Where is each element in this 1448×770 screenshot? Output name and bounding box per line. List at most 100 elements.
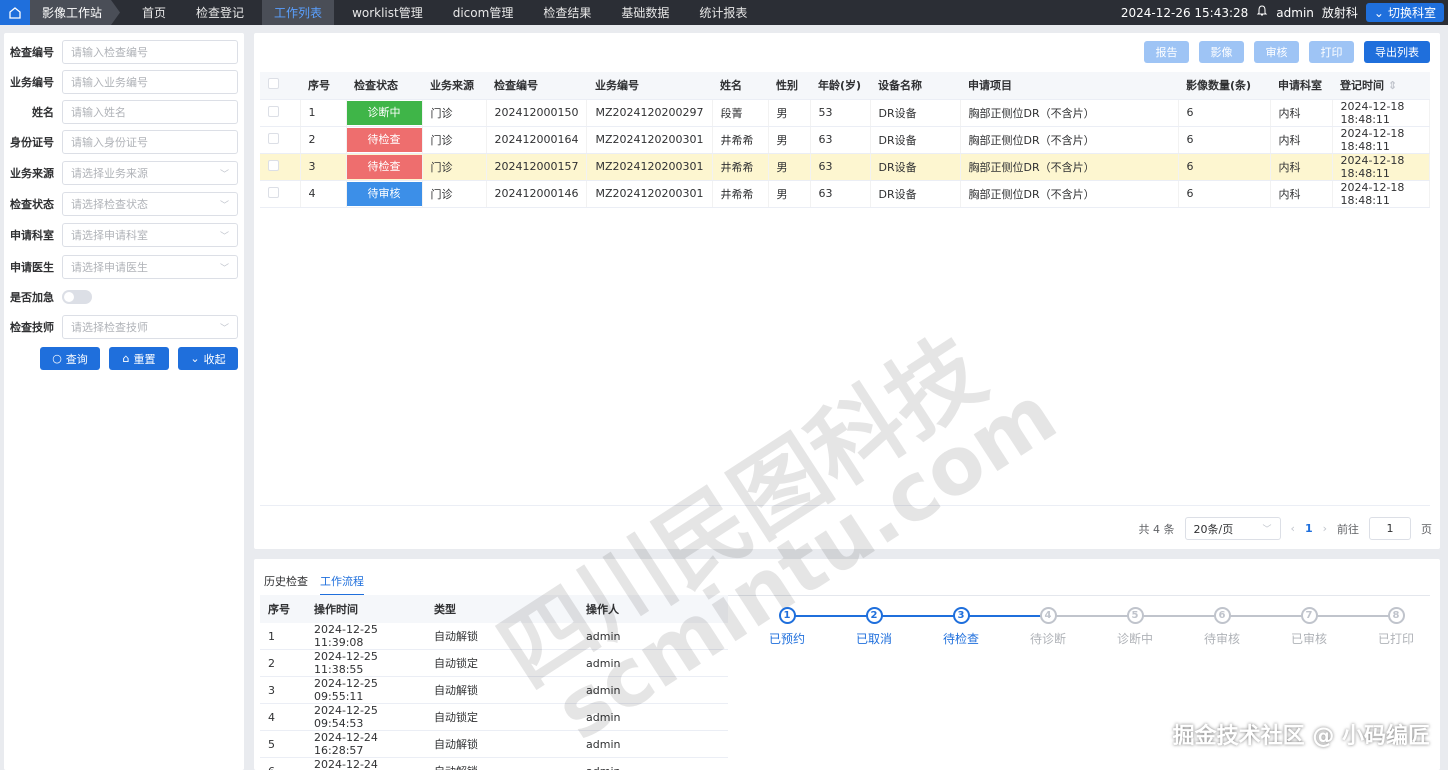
print-button[interactable]: 打印	[1309, 41, 1354, 63]
cell: 自动解锁	[426, 623, 578, 650]
next-page-icon[interactable]: ›	[1323, 522, 1327, 535]
nav-worklist-manage[interactable]: worklist管理	[340, 0, 435, 25]
history-row[interactable]: 2 2024-12-25 11:38:55 自动锁定 admin	[260, 649, 728, 677]
col-header: 业务来源	[422, 72, 486, 100]
cell-no: 3	[300, 153, 347, 181]
col-header: 申请科室	[1270, 72, 1332, 100]
cell-item: 胸部正侧位DR（不含片）	[960, 153, 1179, 181]
page-unit: 页	[1421, 522, 1432, 536]
exam-no-input[interactable]: 请输入检查编号	[62, 40, 238, 64]
history-row[interactable]: 62024-12-24 16:28:47自动解锁admin	[260, 757, 728, 770]
tech-select[interactable]: 请选择检查技师 ﹀	[62, 315, 238, 339]
switch-dept-button[interactable]: ⌄ 切换科室	[1365, 3, 1444, 22]
cell-count: 6	[1178, 99, 1271, 127]
row-checkbox[interactable]	[268, 159, 279, 171]
export-list-button[interactable]: 导出列表	[1364, 41, 1430, 63]
table-empty-area	[260, 196, 1430, 506]
row-checkbox[interactable]	[268, 105, 279, 117]
review-button[interactable]: 审核	[1254, 41, 1299, 63]
cell-exam-no: 202412000164	[486, 126, 588, 154]
tab-history[interactable]: 历史检查	[264, 573, 308, 596]
nav-exam-result[interactable]: 检查结果	[531, 0, 603, 25]
reset-button[interactable]: ⌂ 重置	[109, 347, 169, 370]
cell: 6	[260, 757, 306, 770]
history-row[interactable]: 4 2024-12-25 09:54:53 自动锁定 admin	[260, 703, 728, 731]
cell-no: 1	[300, 99, 347, 127]
current-page[interactable]: 1	[1305, 522, 1313, 535]
col-header: 设备名称	[870, 72, 960, 100]
page-size-select[interactable]: 20条/页 ﹀	[1184, 517, 1281, 540]
table-row[interactable]: 1 诊断中 门诊 202412000150 MZ2024120200297 段菁…	[260, 99, 1430, 127]
chevron-down-icon: ﹀	[219, 231, 229, 242]
home-icon[interactable]	[0, 0, 30, 25]
history-header-row: 序号 操作时间 类型 操作人	[260, 595, 728, 623]
placeholder: 请输入检查编号	[71, 46, 148, 59]
goto-label: 前往	[1337, 522, 1359, 536]
cell: admin	[578, 757, 728, 770]
nav-statistics[interactable]: 统计报表	[687, 0, 759, 25]
report-button[interactable]: 报告	[1144, 41, 1189, 63]
col-header: 序号	[300, 72, 346, 100]
select-all-header[interactable]	[260, 72, 300, 100]
nav-base-data[interactable]: 基础数据	[609, 0, 681, 25]
history-row[interactable]: 3 2024-12-25 09:55:11 自动解锁 admin	[260, 676, 728, 704]
search-icon: ○	[52, 352, 62, 365]
col-header: 登记时间	[1340, 79, 1384, 93]
filter-tech: 检查技师 请选择检查技师 ﹀	[4, 315, 244, 339]
row-select[interactable]	[260, 153, 301, 181]
sort-icon[interactable]: ⇕	[1388, 79, 1397, 92]
image-button[interactable]: 影像	[1199, 41, 1244, 63]
dept-select[interactable]: 请选择申请科室 ﹀	[62, 223, 238, 247]
history-row[interactable]: 5 2024-12-24 16:28:57 自动解锁 admin	[260, 730, 728, 758]
cell: 4	[260, 703, 306, 731]
prev-page-icon[interactable]: ‹	[1291, 522, 1295, 535]
table-row-selected[interactable]: 3 待检查 门诊 202412000157 MZ2024120200301 井希…	[260, 153, 1430, 181]
history-table: 序号 操作时间 类型 操作人 1 2024-12-25 11:39:08 自动解锁 a…	[260, 595, 728, 770]
filter-dept: 申请科室 请选择申请科室 ﹀	[4, 223, 244, 247]
col-header: 业务编号	[586, 72, 712, 100]
table-row[interactable]: 2 待检查 门诊 202412000164 MZ2024120200301 井希…	[260, 126, 1430, 154]
filter-panel: 检查编号 请输入检查编号 业务编号 请输入业务编号 姓名 请输入姓名 身份证号 …	[4, 33, 244, 770]
source-select[interactable]: 请选择业务来源 ﹀	[62, 161, 238, 185]
corner-watermark: 掘金技术社区 @ 小码编匠	[1172, 724, 1430, 749]
col-header-register-time[interactable]: 登记时间 ⇕	[1332, 72, 1430, 100]
filter-source: 业务来源 请选择业务来源 ﹀	[4, 161, 244, 185]
filter-label: 检查编号	[10, 46, 54, 59]
id-no-input[interactable]: 请输入身份证号	[62, 130, 238, 154]
filter-label: 申请医生	[10, 261, 54, 274]
doctor-select[interactable]: 请选择申请医生 ﹀	[62, 255, 238, 279]
row-select[interactable]	[260, 126, 301, 154]
biz-no-input[interactable]: 请输入业务编号	[62, 70, 238, 94]
history-row[interactable]: 1 2024-12-25 11:39:08 自动解锁 admin	[260, 623, 728, 650]
filter-id-no: 身份证号 请输入身份证号	[4, 130, 244, 154]
nav-home[interactable]: 首页	[130, 0, 178, 25]
step-label: 待检查	[942, 632, 979, 646]
nav-work-list[interactable]: 工作列表	[262, 0, 335, 25]
user-name[interactable]: admin	[1276, 6, 1314, 20]
select-all-checkbox[interactable]	[268, 78, 279, 90]
row-select[interactable]	[260, 99, 301, 127]
cell-device: DR设备	[870, 99, 961, 127]
cell: 自动锁定	[426, 703, 578, 731]
filter-label: 是否加急	[10, 291, 54, 304]
name-input[interactable]: 请输入姓名	[62, 100, 238, 124]
goto-page-input[interactable]: 1	[1369, 517, 1411, 540]
bell-icon[interactable]	[1256, 5, 1268, 20]
status-select[interactable]: 请选择检查状态 ﹀	[62, 192, 238, 216]
nav-exam-register[interactable]: 检查登记	[184, 0, 256, 25]
table-toolbar: 报告 影像 审核 打印 导出列表	[1144, 41, 1430, 63]
workflow-step: 4 待诊断	[1013, 607, 1083, 647]
urgent-toggle[interactable]	[62, 290, 92, 304]
tab-workflow[interactable]: 工作流程	[320, 573, 364, 596]
current-datetime: 2024-12-26 15:43:28	[1120, 5, 1249, 20]
col-header: 性别	[768, 72, 810, 100]
collapse-button[interactable]: ⌄ 收起	[178, 347, 238, 370]
app-brand[interactable]: 影像工作站	[30, 0, 121, 25]
query-button[interactable]: ○ 查询	[40, 347, 100, 370]
row-checkbox[interactable]	[268, 132, 279, 144]
detail-tabs: 历史检查 工作流程	[264, 573, 364, 596]
nav-dicom-manage[interactable]: dicom管理	[441, 0, 526, 25]
step-connector-done	[787, 615, 1048, 617]
cell-count: 6	[1178, 126, 1271, 154]
cell-device: DR设备	[870, 126, 961, 154]
